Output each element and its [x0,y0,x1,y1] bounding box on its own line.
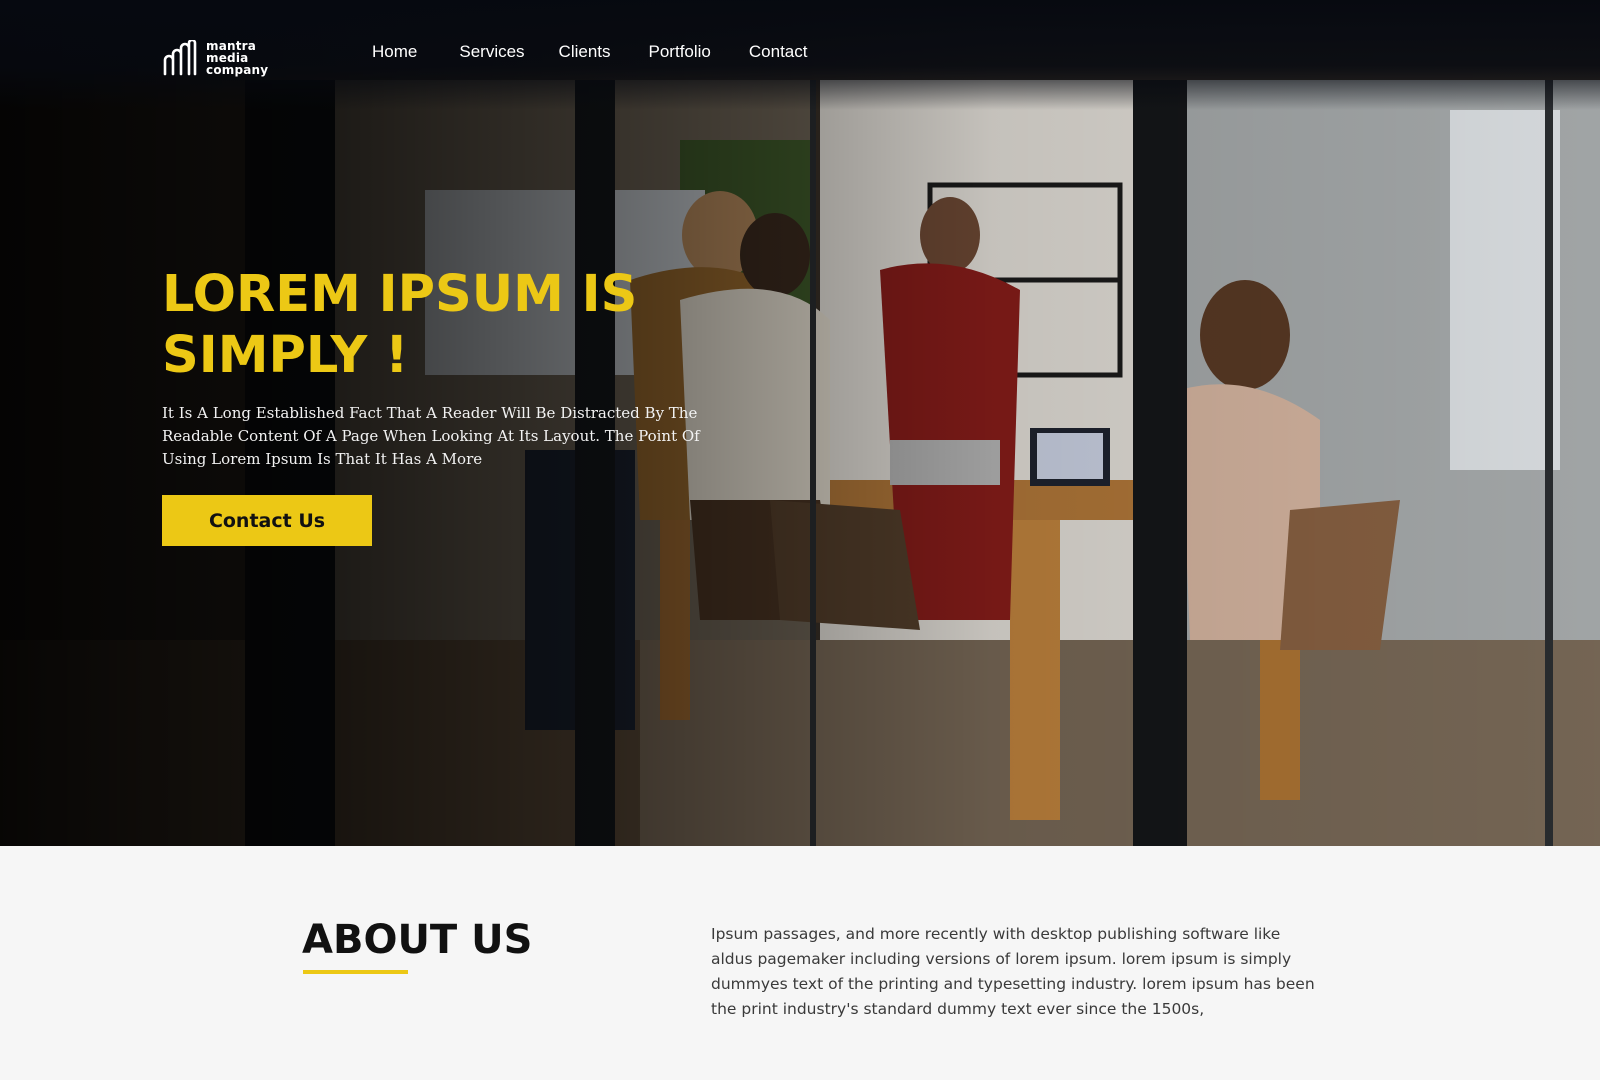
nav-item-home[interactable]: Home [372,42,417,62]
contact-us-button[interactable]: Contact Us [162,495,372,546]
top-navigation: mantra media company Home Services Clien… [0,0,1600,100]
about-title-underline [303,970,408,974]
about-section: ABOUT US Ipsum passages, and more recent… [0,846,1600,1080]
about-title: ABOUT US [302,917,533,963]
brand-logo[interactable]: mantra media company [162,32,272,76]
logo-mark-icon [163,40,197,76]
nav-menu: Home Services Clients Portfolio Contact [372,42,847,62]
nav-item-portfolio[interactable]: Portfolio [649,42,711,62]
nav-item-contact[interactable]: Contact [749,42,808,62]
logo-wordmark: mantra media company [206,40,268,76]
hero-section: LOREM IPSUM IS SIMPLY ! It Is A Long Est… [0,0,1600,846]
hero-title-line-2: SIMPLY ! [162,326,409,385]
nav-item-clients[interactable]: Clients [559,42,611,62]
nav-item-services[interactable]: Services [459,42,524,62]
about-body-text: Ipsum passages, and more recently with d… [711,925,1315,1018]
logo-line-3: company [206,63,269,77]
hero-title-line-1: LOREM IPSUM IS [162,265,638,324]
hero-description: It Is A Long Established Fact That A Rea… [162,404,700,468]
hero-title: LOREM IPSUM IS SIMPLY ! [162,264,682,386]
